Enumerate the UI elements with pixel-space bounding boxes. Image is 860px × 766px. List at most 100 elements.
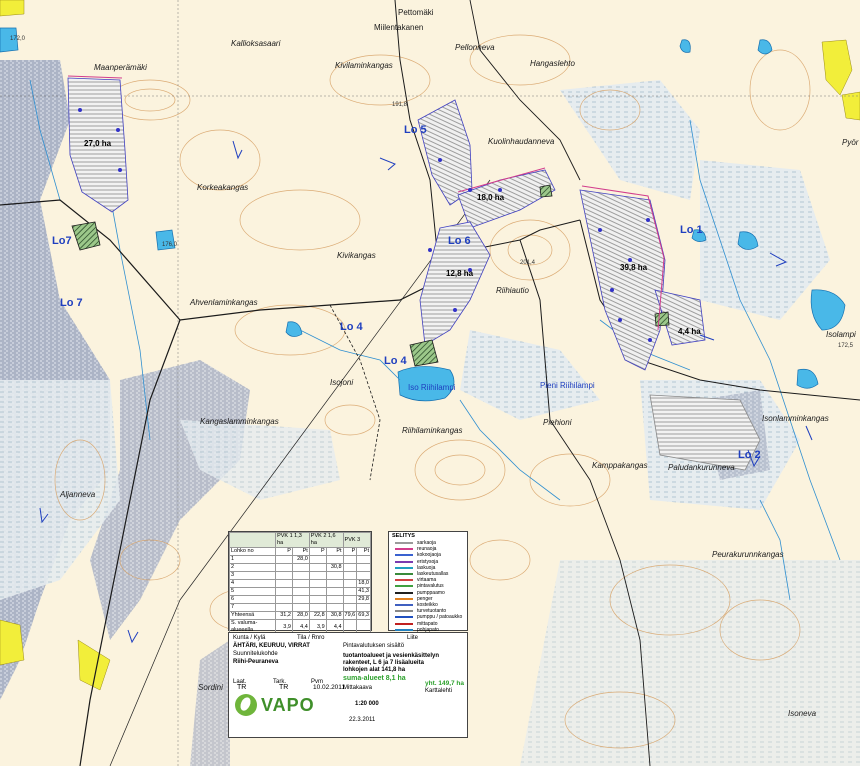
place-name: Peurakurunnkangas — [712, 550, 784, 559]
place-name: Pettomäki — [398, 8, 434, 17]
legend-swatch — [395, 566, 413, 569]
legend-label: reunaoja — [417, 546, 437, 553]
legend-swatch — [395, 622, 413, 625]
total-area: yht. 149,7 ha — [425, 680, 465, 687]
legend-swatch — [395, 573, 413, 576]
zone-label: Lo7 — [52, 235, 72, 247]
zone-label: Lo 2 — [738, 449, 761, 461]
logo-word: VAPO — [261, 694, 315, 715]
table-cell — [342, 595, 358, 604]
vapo-logo: VAPO — [235, 691, 331, 719]
table-header — [228, 532, 277, 548]
table-cell — [342, 603, 358, 612]
elevation: 172,0 — [10, 36, 26, 42]
legend-swatch — [395, 554, 413, 557]
place-name: Maanperämäki — [94, 63, 147, 72]
table-row: 6 29,8 — [228, 595, 371, 604]
table-cell — [308, 571, 327, 580]
table-cell — [342, 579, 358, 588]
total-cell: 69,3 — [356, 611, 371, 620]
table-cell: 41,3 — [356, 587, 371, 596]
table-cell — [291, 571, 310, 580]
place-name: Paludankurunneva — [668, 463, 735, 472]
elevation: 191,8 — [392, 102, 408, 108]
subtitle: Suunnitelukohde — [233, 651, 278, 657]
place-name: Pyör — [842, 138, 859, 147]
suma-area: suma-alueet 8,1 ha — [343, 675, 406, 682]
elevation: 176,0 — [162, 242, 178, 248]
table-row: 2 30,8 — [228, 563, 371, 572]
place-name: Isoneva — [788, 709, 817, 718]
table-subheader: Lohko no — [228, 547, 277, 556]
table-cell — [342, 587, 358, 596]
table-subheader: P — [275, 547, 293, 556]
place-name: Sordini — [198, 683, 223, 692]
table-cell: 30,8 — [325, 563, 344, 572]
place-name: Pellonneva — [455, 43, 495, 52]
table-cell: 4 — [228, 579, 277, 588]
legend-label: laskuoja — [417, 564, 436, 571]
legend-label: sarkaoja — [417, 540, 436, 547]
legend-swatch — [395, 628, 413, 631]
place-name: Hangaslehto — [530, 59, 575, 68]
table-cell — [275, 571, 293, 580]
map-sheet-label: Karttalehti — [425, 688, 453, 694]
legend-swatch — [395, 548, 413, 551]
place-name: Isojoni — [330, 378, 353, 387]
place-name: Kangaslamminkangas — [200, 417, 279, 426]
legend-swatch — [395, 585, 413, 588]
table-cell — [275, 563, 293, 572]
plan-desc-1: tuotantoalueet ja vesienkäsittelyn — [343, 653, 440, 659]
total-label: Yhteensä — [228, 611, 277, 620]
plan-title: Pintavalutuksen sisältö — [343, 643, 405, 649]
legend-label: kokoojaoja — [417, 552, 441, 559]
place-name: Kuolinhaudanneva — [488, 137, 555, 146]
place-name: Ahvenlaminkangas — [189, 298, 258, 307]
table-cell — [342, 555, 358, 564]
legend-swatch — [395, 579, 413, 582]
place-name: Riihilaminkangas — [402, 426, 462, 435]
place-name: Kivikangas — [337, 251, 376, 260]
total-cell: 79,6 — [342, 611, 358, 620]
area-label: 12,8 ha — [446, 269, 474, 278]
place-name: Miilentakanen — [374, 23, 423, 32]
legend-swatch — [395, 560, 413, 563]
table-subheader: P — [308, 547, 327, 556]
legend-label: virtaama — [417, 577, 437, 584]
table-cell — [325, 555, 344, 564]
scale: 1:20 000 — [355, 701, 379, 707]
tila-label: Tila / Rnro — [297, 635, 325, 641]
place-name: Isonlamminkangas — [762, 414, 829, 423]
legend-label: turvetuotanto — [417, 608, 447, 615]
table-cell — [275, 603, 293, 612]
vapo-leaf-icon — [235, 694, 257, 716]
area-table: PVK 1 1,3 ha PVK 2 1,6 ha PVK 3 Lohko no… — [228, 531, 372, 635]
zone-label: Lo 4 — [384, 355, 407, 367]
plan-desc-2: rakenteet, L 6 ja 7 lisäalueita — [343, 660, 424, 666]
legend-swatch — [395, 616, 413, 619]
legend-swatch — [395, 591, 413, 594]
legend-label: pumppu / patoaukko — [417, 614, 463, 621]
table-row: 7 — [228, 603, 371, 612]
site-name: Riihi-Peuraneva — [233, 659, 279, 665]
legend-swatch — [395, 610, 413, 613]
zone-label: Lo 6 — [448, 235, 471, 247]
table-subheader: P — [342, 547, 358, 556]
table-cell — [308, 555, 327, 564]
table-cell — [308, 603, 327, 612]
table-cell — [325, 587, 344, 596]
table-cell: 18,0 — [356, 579, 371, 588]
place-name: Kamppakangas — [592, 461, 648, 470]
title-block: Kunta / Kylä Tila / Rnro Liite ÄHTÄRI, K… — [228, 632, 468, 738]
plan-desc-3: lohkojen alat 141,8 ha — [343, 667, 406, 673]
table-cell: 1 — [228, 555, 277, 564]
place-name: Iso Riihilampi — [408, 383, 456, 392]
table-cell: 5 — [228, 587, 277, 596]
table-cell — [308, 587, 327, 596]
table-cell — [275, 587, 293, 596]
zone-label: Lo 5 — [404, 124, 427, 136]
table-cell: 7 — [228, 603, 277, 612]
place-name: Isolampi — [826, 330, 856, 339]
liite-label: Liite — [407, 635, 419, 641]
table-cell — [275, 579, 293, 588]
